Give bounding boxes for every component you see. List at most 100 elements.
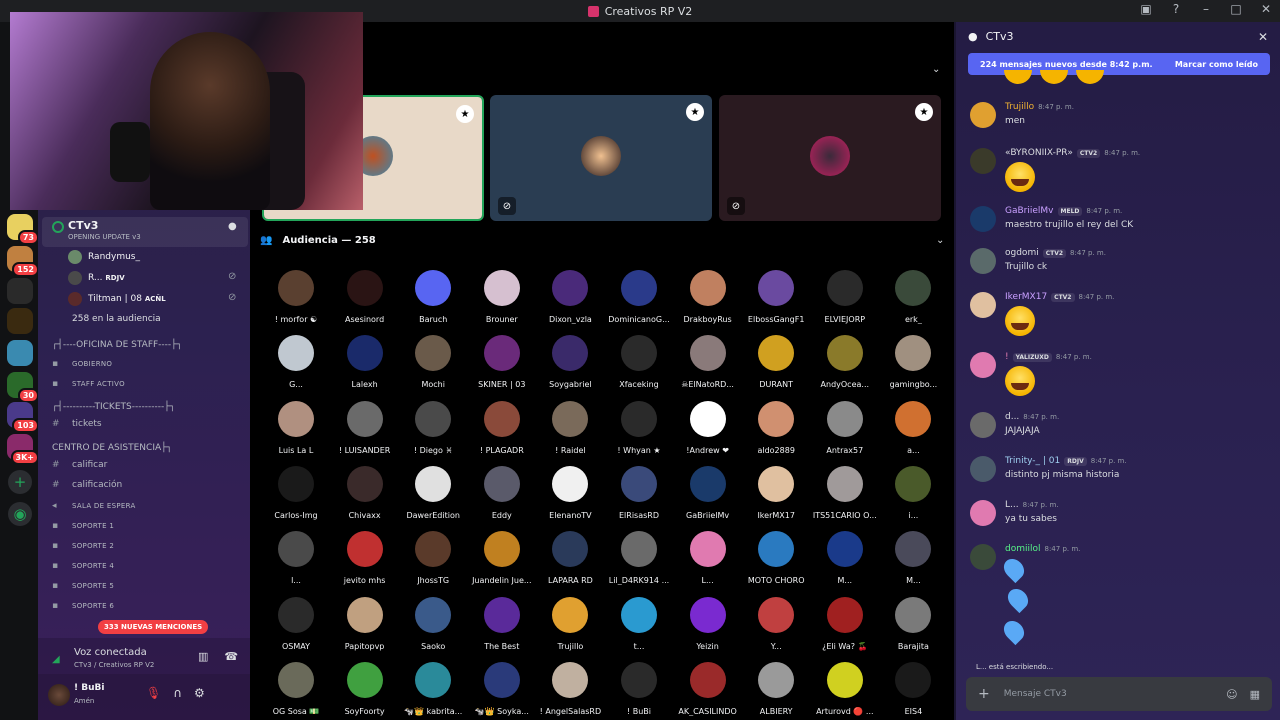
message-author[interactable]: domiilol: [1005, 544, 1041, 554]
disconnect-icon[interactable]: ☎: [224, 650, 238, 663]
audience-member[interactable]: SoyFoorty: [331, 661, 399, 716]
audience-member[interactable]: JhossTG: [399, 531, 467, 585]
audience-member[interactable]: ! morfor ☯: [262, 270, 330, 324]
new-mentions-pill[interactable]: 333 NUEVAS MENCIONES: [98, 620, 209, 634]
avatar[interactable]: [970, 352, 996, 378]
audience-member[interactable]: Asesinord: [331, 270, 399, 324]
audience-member[interactable]: Arturovd 🔴 ...: [811, 661, 879, 716]
message-author[interactable]: ogdomi: [1005, 248, 1039, 258]
voice-user[interactable]: R... RDJV: [68, 269, 125, 287]
close-icon[interactable]: ✕: [1258, 2, 1274, 16]
audience-member[interactable]: DrakboyRus: [674, 270, 742, 324]
audience-member[interactable]: Baruch: [399, 270, 467, 324]
audience-member[interactable]: Chivaxx: [331, 465, 399, 520]
add-server-icon[interactable]: +: [8, 470, 32, 494]
audience-member[interactable]: a...: [879, 400, 947, 455]
audience-member[interactable]: ! Diego ♓: [399, 400, 467, 455]
avatar[interactable]: [970, 456, 996, 482]
audience-member[interactable]: M...: [879, 531, 947, 585]
audience-member[interactable]: ☠ElNatoRD...: [674, 335, 742, 389]
audience-member[interactable]: IkerMX17: [742, 465, 810, 520]
audience-member[interactable]: ! LUISANDER: [331, 400, 399, 455]
audience-member[interactable]: l...: [262, 531, 330, 585]
attach-plus-icon[interactable]: +: [978, 686, 990, 702]
audience-member[interactable]: ! Whyan ★: [605, 400, 673, 455]
avatar[interactable]: [970, 412, 996, 438]
channel-soporte-5[interactable]: ▪ SOPORTE 5: [52, 581, 114, 591]
audience-member[interactable]: ELVIEJORP: [811, 270, 879, 324]
help-icon[interactable]: ?: [1168, 2, 1184, 16]
audience-member[interactable]: 🐄👑 Soyka...: [468, 661, 536, 716]
settings-gear-icon[interactable]: ⚙: [194, 686, 205, 700]
channel-staff-activo[interactable]: ▪ STAFF ACTIVO: [52, 379, 125, 389]
audience-member[interactable]: Xfaceking: [605, 335, 673, 389]
microphone-muted-icon[interactable]: 🎙: [146, 686, 161, 700]
audience-member[interactable]: OG Sosa 💵: [262, 661, 330, 716]
audience-member[interactable]: L...: [674, 531, 742, 585]
audience-member[interactable]: Juandelin Jue...: [468, 531, 536, 585]
minimize-icon[interactable]: –: [1198, 2, 1214, 16]
voice-connected-subtitle[interactable]: CTv3 / Creativos RP V2: [74, 661, 154, 669]
audience-member[interactable]: Eddy: [468, 465, 536, 520]
audience-member[interactable]: t...: [605, 596, 673, 651]
audience-member[interactable]: OSMAY: [262, 596, 330, 651]
audience-member[interactable]: G...: [262, 335, 330, 389]
message-author[interactable]: IkerMX17: [1005, 292, 1047, 302]
audience-member[interactable]: ITS51CARIO O...: [811, 465, 879, 520]
audience-member[interactable]: Trujillo: [536, 596, 604, 651]
voice-user[interactable]: Tiltman | 08 ACÑL: [68, 290, 166, 308]
speaker-tile[interactable]: ★ ⊘: [490, 95, 712, 221]
mark-as-read-button[interactable]: Marcar como leído: [1175, 60, 1258, 69]
avatar[interactable]: [970, 206, 996, 232]
category-header[interactable]: ┌┤----OFICINA DE STAFF----├┐: [52, 340, 182, 350]
message-input[interactable]: + Mensaje CTv3 ☺ ▦: [966, 677, 1272, 711]
audience-member[interactable]: AK_CASILINDO: [674, 661, 742, 716]
audience-member[interactable]: Lalexh: [331, 335, 399, 389]
channel-soporte-6[interactable]: ▪ SOPORTE 6: [52, 601, 114, 611]
avatar[interactable]: [970, 248, 996, 274]
audience-member[interactable]: ElbossGangF1: [742, 270, 810, 324]
server-icon[interactable]: 103: [7, 402, 38, 433]
headphones-icon[interactable]: ∩: [173, 686, 182, 700]
audience-member[interactable]: i...: [879, 465, 947, 520]
chat-bubble-icon[interactable]: ●: [228, 221, 237, 232]
chevron-down-icon[interactable]: ⌄: [936, 235, 944, 246]
audience-member[interactable]: erk_: [879, 270, 947, 324]
audience-member[interactable]: DominicanoG...: [605, 270, 673, 324]
audience-member[interactable]: AndyOcea...: [811, 335, 879, 389]
maximize-icon[interactable]: □: [1228, 2, 1244, 16]
channel-calificacion[interactable]: # calificación: [52, 480, 122, 490]
audience-member[interactable]: GaBriielMv: [674, 465, 742, 520]
audience-member[interactable]: Mochi: [399, 335, 467, 389]
audience-member[interactable]: ! AngelSalasRD: [536, 661, 604, 716]
voice-channel-name[interactable]: CTv3: [68, 219, 98, 232]
server-icon[interactable]: 73: [7, 214, 38, 245]
channel-soporte-2[interactable]: ▪ SOPORTE 2: [52, 541, 114, 551]
channel-gobierno[interactable]: ▪ GOBIERNO: [52, 359, 112, 369]
avatar[interactable]: [970, 544, 996, 570]
category-header[interactable]: CENTRO DE ASISTENCIA├┐: [52, 443, 172, 453]
audience-member[interactable]: Antrax57: [811, 400, 879, 455]
speaker-tile[interactable]: ★ ⊘: [719, 95, 941, 221]
audience-member[interactable]: ALBIERY: [742, 661, 810, 716]
audience-member[interactable]: ! Raidel: [536, 400, 604, 455]
audience-member[interactable]: 🐄👑 kabrita...: [399, 661, 467, 716]
channel-sala-de-espera[interactable]: ◂ SALA DE ESPERA: [52, 501, 136, 511]
message-author[interactable]: !: [1005, 352, 1009, 362]
audience-member[interactable]: Brouner: [468, 270, 536, 324]
voice-user[interactable]: Randymus_: [68, 248, 140, 266]
audience-member[interactable]: ! BuBi: [605, 661, 673, 716]
audience-member[interactable]: SKINER | 03: [468, 335, 536, 389]
audience-member[interactable]: aldo2889: [742, 400, 810, 455]
category-header[interactable]: ┌┤----------TICKETS----------├┐: [52, 402, 175, 412]
message-author[interactable]: L...: [1005, 500, 1019, 510]
audience-member[interactable]: Lil_D4RK914 ...: [605, 531, 673, 585]
avatar[interactable]: [48, 684, 70, 706]
audience-member[interactable]: DURANT: [742, 335, 810, 389]
server-icon[interactable]: 3K+: [7, 434, 38, 465]
audience-member[interactable]: ! PLAGADR: [468, 400, 536, 455]
discover-icon[interactable]: ◉: [8, 502, 32, 526]
message-author[interactable]: Trinity-_ | 01: [1005, 456, 1060, 466]
emoji-icon[interactable]: ☺: [1226, 688, 1237, 701]
audience-member[interactable]: LAPARA RD: [536, 531, 604, 585]
